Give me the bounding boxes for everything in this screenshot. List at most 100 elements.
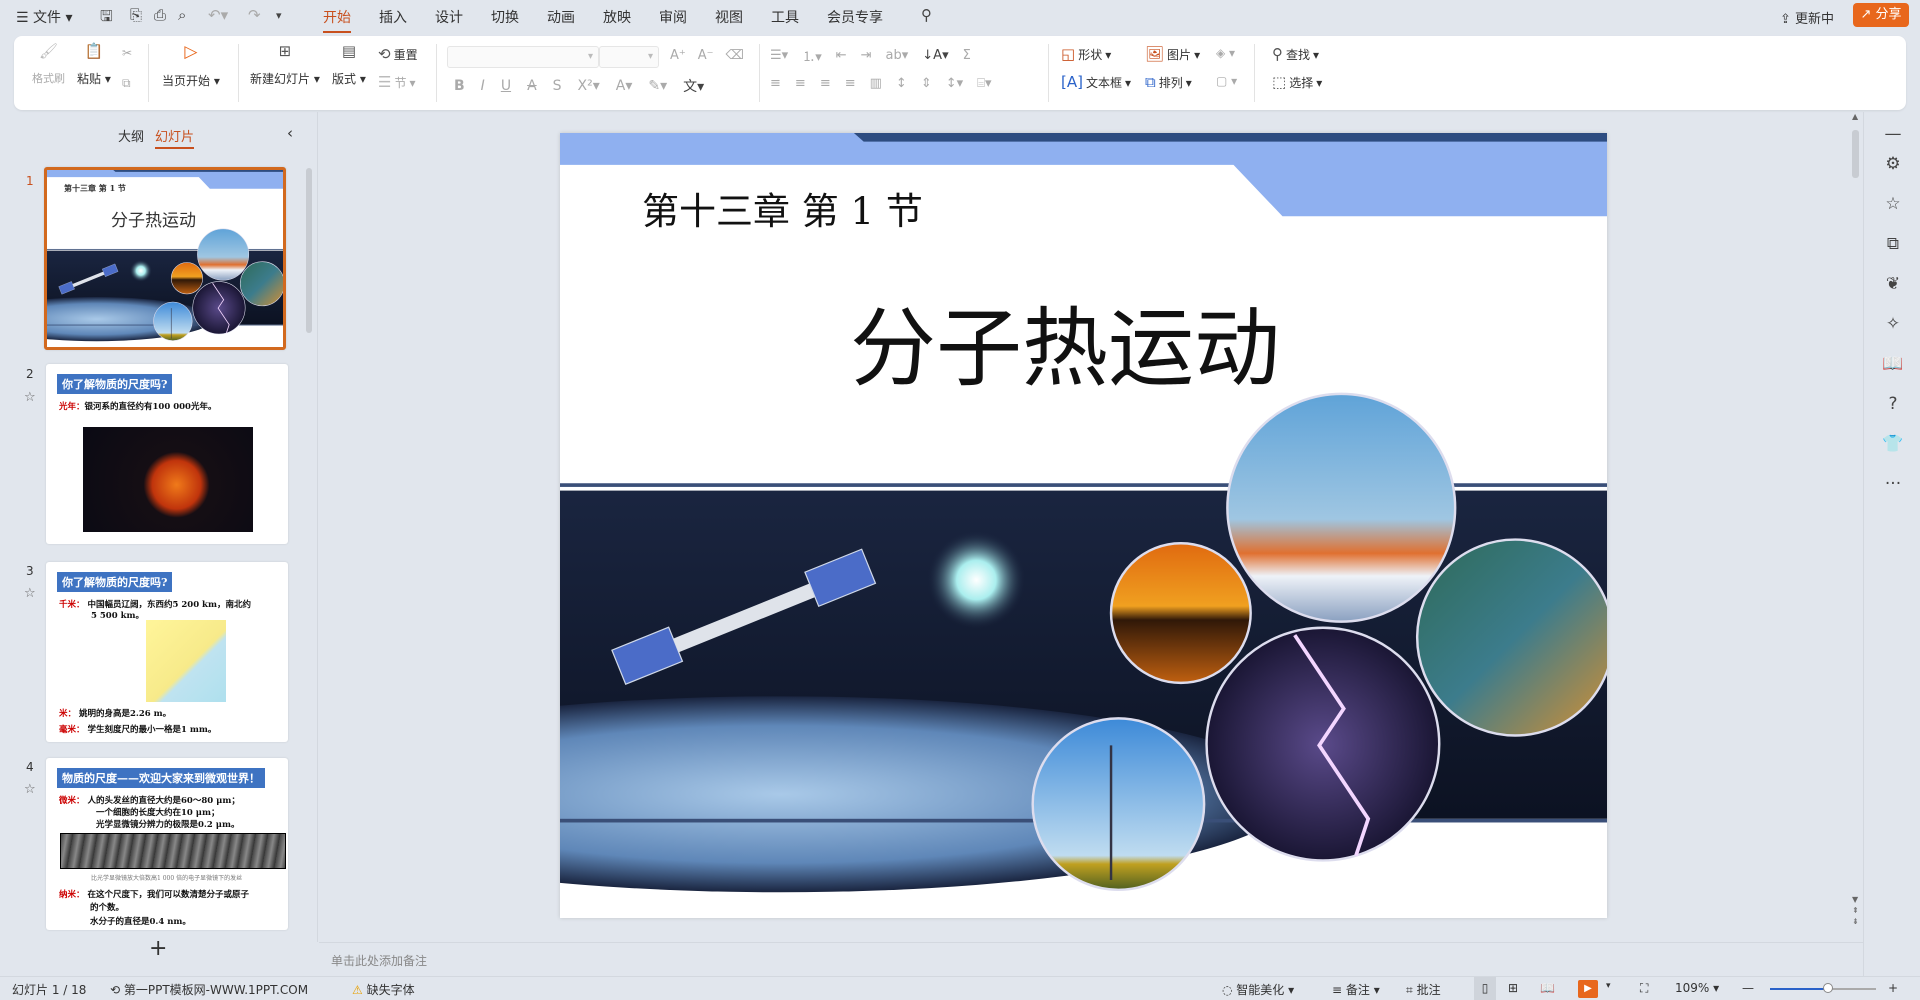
paragraph-spacing-icon[interactable]: ⇕: [921, 76, 932, 91]
save-icon[interactable]: 🖫: [100, 6, 113, 31]
tab-transitions[interactable]: 切换: [491, 7, 519, 27]
reset-button[interactable]: ⟲ 重置: [378, 46, 418, 63]
distribute-icon[interactable]: ▥: [870, 76, 882, 91]
comments-button[interactable]: ⌗ 批注: [1406, 981, 1441, 998]
tab-insert[interactable]: 插入: [379, 7, 407, 27]
tab-home[interactable]: 开始: [323, 7, 351, 33]
animation-star-icon[interactable]: ☆: [1881, 194, 1905, 214]
font-color-icon[interactable]: A▾: [616, 78, 633, 94]
slide-thumbnail-3[interactable]: 你了解物质的尺度吗? 千米： 中国幅员辽阔，东西约5 200 km，南北约 5 …: [46, 562, 288, 742]
tab-design[interactable]: 设计: [435, 7, 463, 27]
decrease-font-icon[interactable]: A⁻: [698, 48, 714, 63]
play-from-current-button[interactable]: ▷ 当页开始 ▾: [162, 44, 220, 89]
bullet-list-icon[interactable]: ☰▾: [770, 48, 788, 63]
tab-slides[interactable]: 幻灯片: [155, 126, 195, 149]
print-preview-icon[interactable]: ⌕: [178, 6, 186, 24]
scroll-up-icon[interactable]: ▲: [1852, 112, 1858, 121]
tab-outline[interactable]: 大纲: [118, 126, 144, 145]
underline-icon[interactable]: U: [501, 78, 511, 94]
bold-icon[interactable]: B: [454, 78, 465, 94]
numbered-list-icon[interactable]: ⒈▾: [802, 46, 822, 65]
zoom-slider-thumb[interactable]: [1823, 983, 1834, 993]
redo-icon[interactable]: ↷: [248, 6, 261, 24]
more-quick-actions-icon[interactable]: ▾: [276, 9, 282, 22]
panel-scrollbar[interactable]: [306, 168, 312, 333]
reading-view-icon[interactable]: 📖: [1540, 981, 1555, 995]
font-size-select[interactable]: ▾: [599, 46, 659, 68]
sorter-view-icon[interactable]: ⊞: [1508, 981, 1518, 995]
new-slide-button[interactable]: ⊞ 新建幻灯片 ▾: [250, 44, 320, 87]
section-button[interactable]: ☰ 节 ▾: [378, 74, 416, 91]
tab-member[interactable]: 会员专享: [827, 7, 883, 27]
notes-placeholder[interactable]: 单击此处添加备注: [331, 952, 427, 969]
cut-icon[interactable]: ✂: [122, 46, 132, 60]
find-button[interactable]: ⚲ 查找 ▾: [1272, 46, 1319, 63]
tab-view[interactable]: 视图: [715, 7, 743, 27]
canvas-scrollbar[interactable]: ▲ ▼ ⇞ ⇟: [1850, 112, 1862, 942]
slide-chapter-text[interactable]: 第十三章 第 1 节: [642, 181, 923, 235]
line-spacing-icon[interactable]: ↕: [896, 76, 907, 91]
italic-icon[interactable]: I: [481, 78, 485, 94]
transition-icon[interactable]: ⧉: [1881, 234, 1905, 254]
justify-icon[interactable]: ≡: [845, 76, 856, 91]
phonetic-icon[interactable]: 文▾: [683, 76, 704, 96]
normal-view-icon[interactable]: ▯: [1474, 977, 1496, 1000]
tab-review[interactable]: 审阅: [659, 7, 687, 27]
star-icon[interactable]: ☆: [24, 390, 36, 405]
update-status[interactable]: ⇪ 更新中: [1780, 8, 1834, 27]
help-icon[interactable]: ?: [1881, 394, 1905, 414]
clear-format-icon[interactable]: ⌫: [726, 48, 744, 63]
notes-toggle-button[interactable]: ≡ 备注 ▾: [1332, 981, 1380, 998]
superscript-icon[interactable]: X²▾: [578, 78, 600, 94]
print-icon[interactable]: ⎙: [154, 6, 166, 24]
design-icon[interactable]: ❦: [1881, 274, 1905, 294]
tab-tools[interactable]: 工具: [771, 7, 799, 27]
slideshow-options-icon[interactable]: ▾: [1606, 981, 1611, 991]
picture-button[interactable]: 🖼 图片 ▾: [1145, 46, 1200, 63]
template-link[interactable]: ⟲ 第一PPT模板网-WWW.1PPT.COM: [110, 981, 308, 998]
align-left-icon[interactable]: ≡: [770, 76, 781, 91]
current-slide[interactable]: 第十三章 第 1 节 分子热运动: [264, 131, 1615, 920]
properties-icon[interactable]: ⚙: [1881, 154, 1905, 174]
star-icon[interactable]: ☆: [24, 586, 36, 601]
smart-beautify-button[interactable]: ◌ 智能美化 ▾: [1222, 981, 1294, 998]
slide-thumbnail-1[interactable]: 第十三章 第 1 节 分子热运动: [44, 167, 286, 350]
highlight-icon[interactable]: ✎▾: [648, 78, 667, 94]
select-button[interactable]: ⬚ 选择 ▾: [1272, 74, 1322, 91]
zoom-select[interactable]: 109% ▾: [1675, 981, 1719, 995]
tab-slideshow[interactable]: 放映: [603, 7, 631, 27]
scroll-thumb[interactable]: [1852, 130, 1859, 178]
strikethrough-icon[interactable]: A: [527, 78, 537, 94]
decrease-indent-icon[interactable]: ⇤: [836, 48, 847, 63]
increase-indent-icon[interactable]: ⇥: [861, 48, 872, 63]
slide-title-text[interactable]: 分子热运动: [850, 278, 1280, 403]
paste-button[interactable]: 📋 粘贴 ▾: [77, 44, 111, 87]
shadow-icon[interactable]: S: [553, 78, 562, 94]
slide-thumbnail-4[interactable]: 物质的尺度——欢迎大家来到微观世界！ 微米： 人的头发丝的直径大约是60～80 …: [46, 758, 288, 930]
format-painter-button[interactable]: 🖌 格式刷: [32, 44, 65, 86]
columns-icon[interactable]: ↕▾: [946, 76, 963, 91]
sort-icon[interactable]: ↓A▾: [922, 48, 948, 63]
layout-button[interactable]: ▤ 版式 ▾: [332, 44, 366, 87]
fit-window-icon[interactable]: ⛶: [1640, 981, 1648, 996]
text-direction-icon[interactable]: ab▾: [886, 48, 909, 63]
export-pdf-icon[interactable]: ⎘: [130, 6, 142, 24]
convert-icon[interactable]: Σ: [963, 48, 971, 63]
minimize-icon[interactable]: —: [1881, 124, 1905, 144]
share-button[interactable]: ↗ 分享: [1853, 3, 1909, 27]
tab-animations[interactable]: 动画: [547, 7, 575, 27]
notes-pane[interactable]: 单击此处添加备注: [319, 942, 1864, 976]
outline-icon[interactable]: ▢ ▾: [1216, 74, 1237, 88]
search-icon[interactable]: ⚲: [921, 6, 932, 24]
align-text-icon[interactable]: ⌸▾: [977, 76, 991, 91]
increase-font-icon[interactable]: A⁺: [670, 48, 686, 63]
add-slide-button[interactable]: +: [149, 936, 167, 961]
undo-icon[interactable]: ↶▾: [208, 6, 228, 24]
align-right-icon[interactable]: ≡: [820, 76, 831, 91]
collapse-panel-icon[interactable]: ‹: [287, 124, 293, 142]
scroll-down-icon[interactable]: ▼ ⇞ ⇟: [1852, 894, 1859, 927]
file-menu[interactable]: ☰ 文件 ▾: [16, 7, 73, 27]
zoom-slider[interactable]: [1770, 983, 1876, 993]
theme-shirt-icon[interactable]: 👕: [1881, 434, 1905, 454]
more-icon[interactable]: ···: [1881, 474, 1905, 494]
